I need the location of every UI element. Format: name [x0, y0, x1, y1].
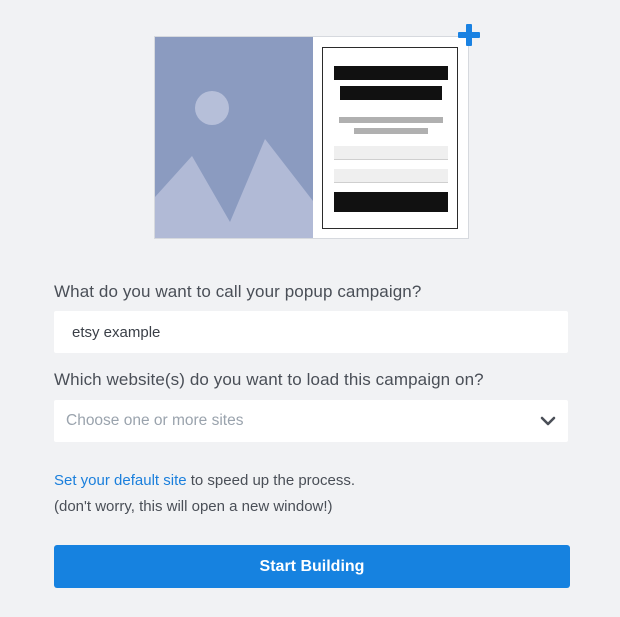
- popup-preview-illustration: [154, 36, 469, 239]
- text-line: [339, 117, 443, 123]
- button-mockup: [334, 192, 448, 212]
- headline-bar: [334, 66, 448, 80]
- set-default-site-link[interactable]: Set your default site: [54, 472, 187, 489]
- create-campaign-page: What do you want to call your popup camp…: [0, 0, 620, 617]
- field-mockup: [334, 169, 448, 183]
- website-select-label: Which website(s) do you want to load thi…: [54, 370, 484, 389]
- campaign-name-label: What do you want to call your popup camp…: [54, 282, 422, 301]
- field-mockup: [334, 146, 448, 160]
- chevron-down-icon[interactable]: [540, 413, 556, 429]
- form-mockup: [322, 47, 458, 229]
- text-line: [354, 128, 428, 134]
- plus-icon: [458, 24, 480, 46]
- website-select-placeholder: Choose one or more sites: [66, 412, 244, 429]
- campaign-name-input[interactable]: [54, 311, 568, 353]
- start-building-button[interactable]: Start Building: [54, 545, 570, 588]
- image-placeholder-icon: [155, 37, 313, 238]
- hint-text: to speed up the process.: [186, 472, 356, 489]
- subheadline-bar: [340, 86, 442, 100]
- website-select[interactable]: Choose one or more sites: [54, 400, 568, 442]
- default-site-hint: Set your default site to speed up the pr…: [54, 472, 355, 489]
- new-window-note: (don't worry, this will open a new windo…: [54, 498, 333, 515]
